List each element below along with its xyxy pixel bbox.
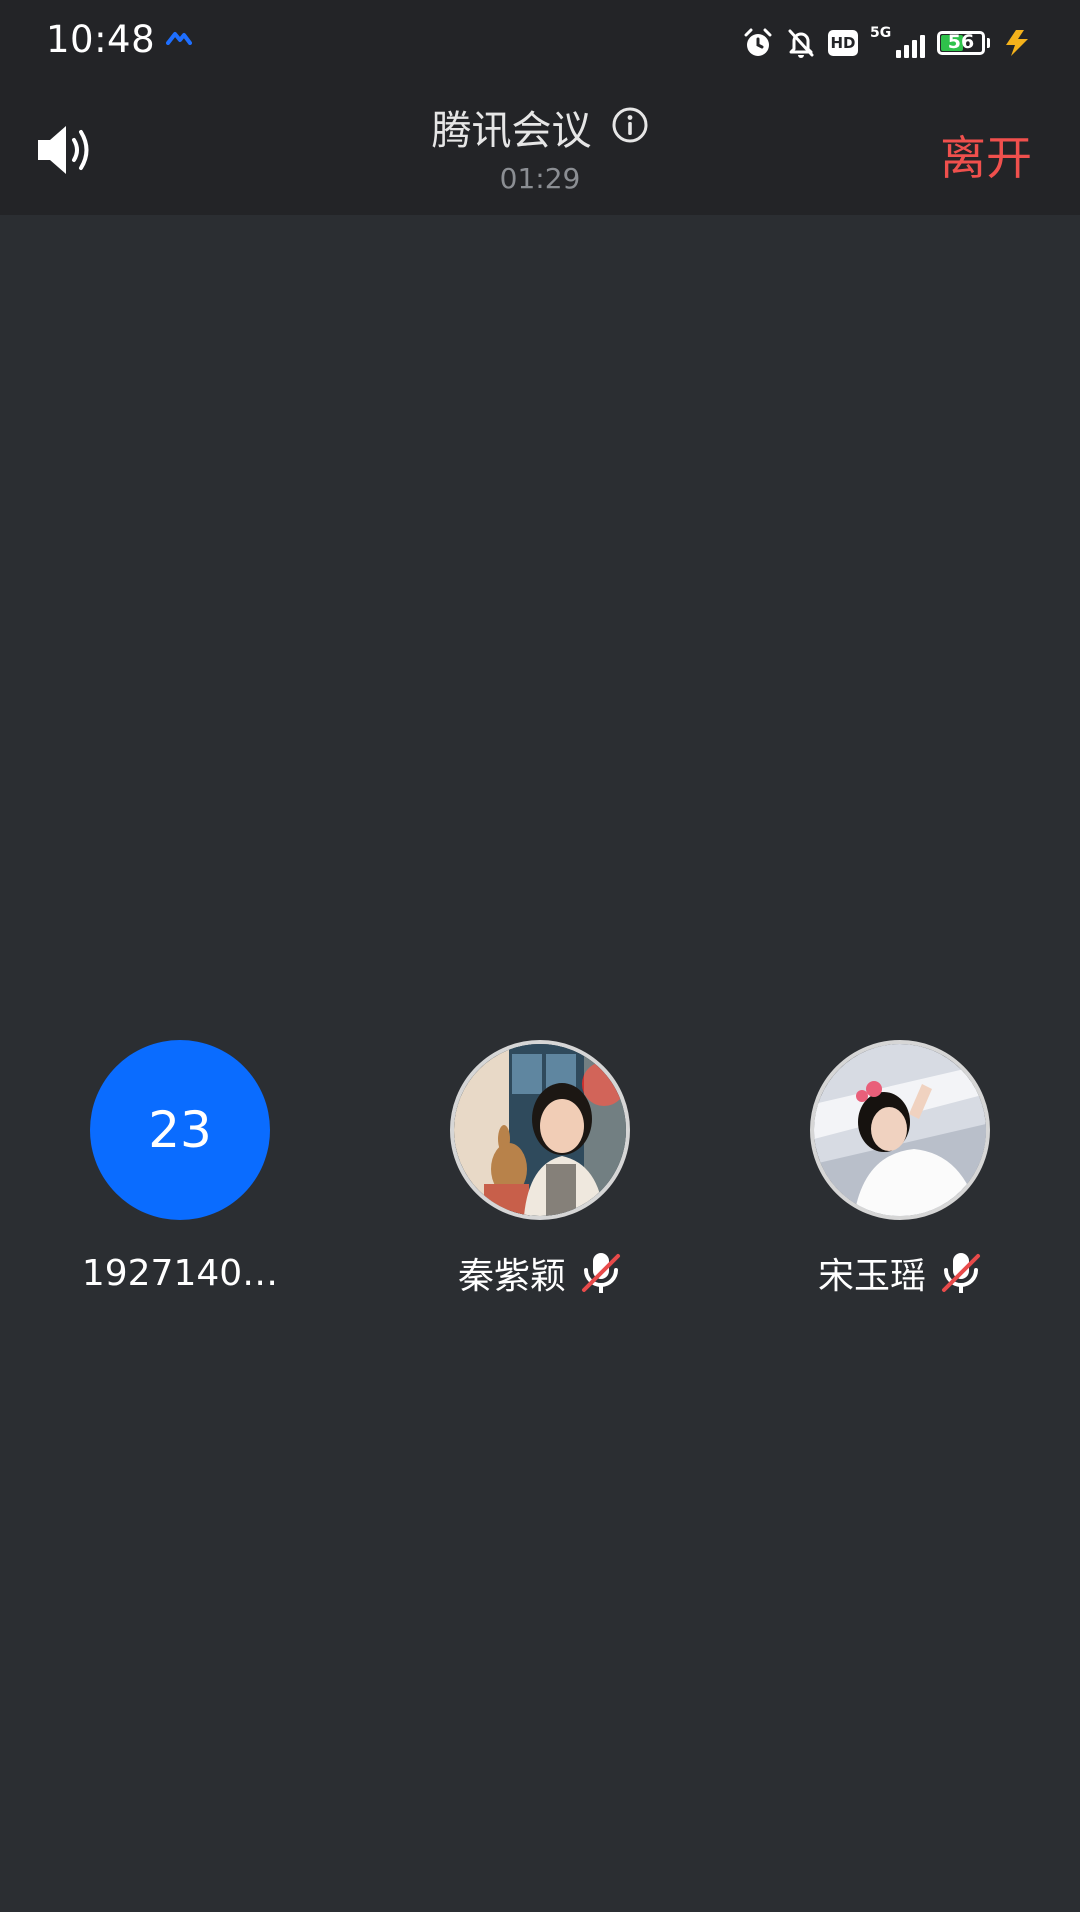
mic-muted-icon [942, 1253, 980, 1293]
participant-name: 秦紫颖 [457, 1256, 566, 1297]
battery-icon: 56 [937, 31, 985, 55]
avatar [810, 1040, 990, 1220]
participant-tile[interactable]: 23 1927140… [30, 1040, 330, 1300]
participant-tile[interactable]: 宋玉瑶 [750, 1040, 1050, 1300]
leave-button[interactable]: 离开 [940, 122, 1032, 188]
signal-icon: 5G [870, 25, 925, 58]
battery-level: 56 [947, 31, 975, 53]
alarm-icon [744, 28, 772, 56]
hd-icon: HD [828, 30, 858, 56]
info-icon[interactable] [611, 106, 649, 148]
network-type: 5G [870, 25, 892, 41]
meeting-duration: 01:29 [499, 162, 581, 195]
status-icons: HD 5G 56 [742, 24, 1032, 62]
avatar: 23 [90, 1040, 270, 1220]
avatar [450, 1040, 630, 1220]
app-notification-icon [166, 30, 192, 49]
participant-grid: 23 1927140… 秦紫颖 宋玉瑶 [0, 1040, 1080, 1300]
participant-name: 1927140… [81, 1252, 279, 1294]
page-title: 腾讯会议 [431, 108, 592, 154]
bell-off-icon [788, 29, 814, 58]
meeting-title-bar: 腾讯会议 [0, 98, 1080, 156]
mic-muted-icon [582, 1253, 620, 1293]
participant-tile[interactable]: 秦紫颖 [390, 1040, 690, 1300]
participant-name: 宋玉瑶 [817, 1256, 926, 1297]
charging-icon [1006, 30, 1028, 56]
status-time: 10:48 [46, 18, 156, 61]
avatar-initials: 23 [148, 1101, 212, 1159]
